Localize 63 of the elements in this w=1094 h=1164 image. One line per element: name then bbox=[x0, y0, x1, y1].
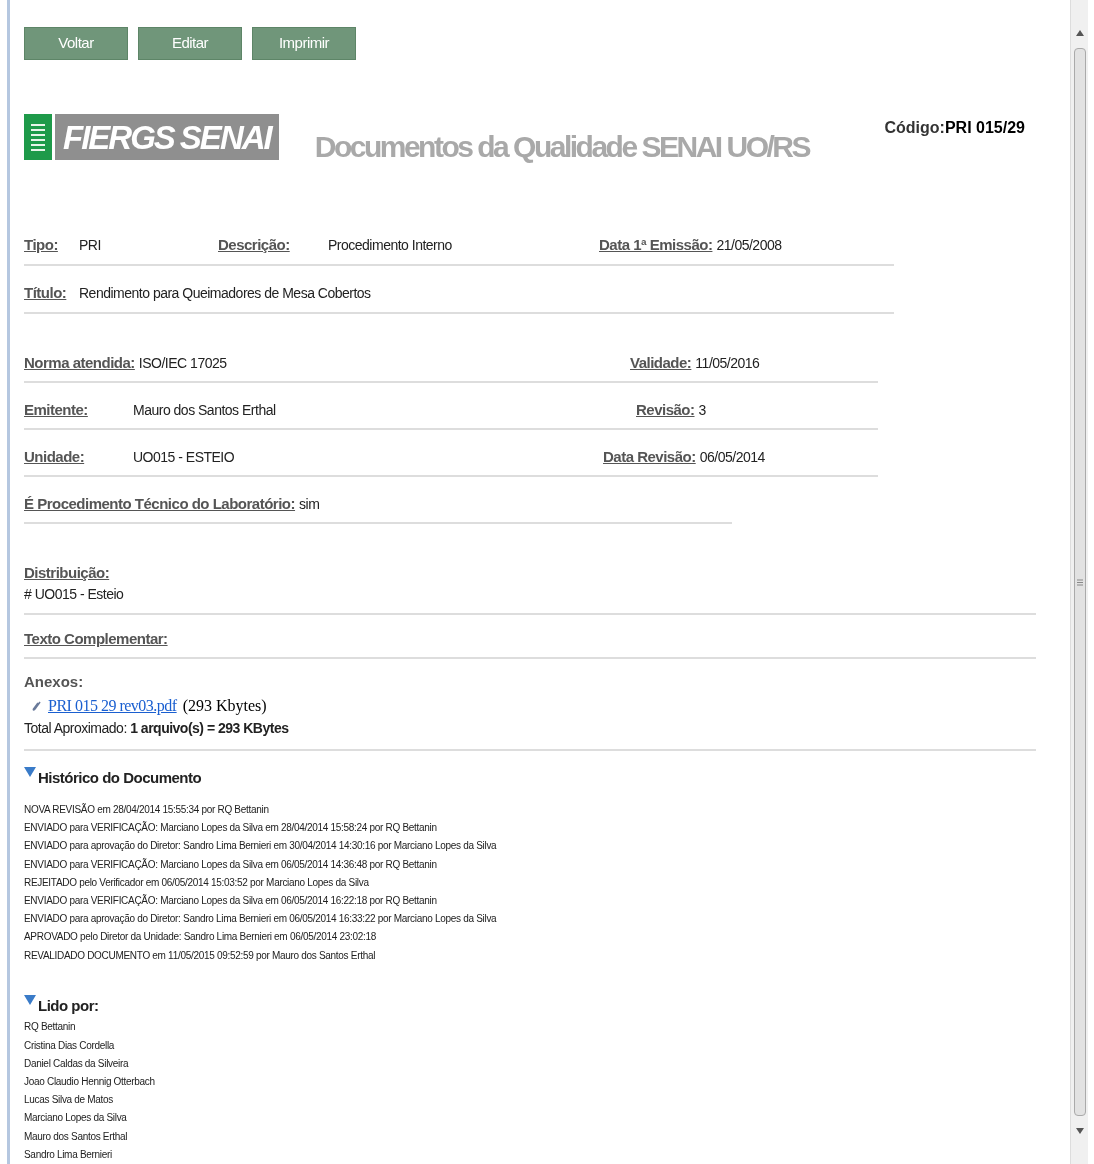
reader-name: Joao Claudio Hennig Otterbach bbox=[24, 1075, 155, 1089]
field-value: sim bbox=[299, 494, 320, 514]
field-label: Data 1ª Emissão: bbox=[599, 234, 713, 255]
grip-icon bbox=[1076, 578, 1083, 586]
expand-triangle-icon[interactable] bbox=[24, 766, 36, 777]
section-label: Distribuição: bbox=[24, 562, 110, 583]
history-entry: NOVA REVISÃO em 28/04/2014 15:55:34 por RQ Bettanin bbox=[24, 802, 269, 818]
reader-name: Marciano Lopes da Silva bbox=[24, 1111, 127, 1126]
section-label: Anexos: bbox=[24, 672, 84, 693]
field-label: Descrição: bbox=[218, 234, 291, 255]
reader-name: Lucas Silva de Matos bbox=[24, 1093, 114, 1108]
history-entry: ENVIADO para VERIFICAÇÃO: Marciano Lopes da Silva em 06/05/2014 16:22:18 por RQ Bettanin bbox=[24, 893, 437, 909]
field-value: Mauro dos Santos Erthal bbox=[133, 400, 276, 420]
field-label: Validade: bbox=[630, 352, 692, 373]
attachments-total: Total Aproximado: 1 arquivo(s) = 293 KBytes bbox=[24, 718, 289, 738]
section-heading[interactable]: Histórico do Documento bbox=[38, 766, 202, 790]
field-value: PRI bbox=[79, 235, 101, 255]
history-entry: ENVIADO para aprovação do Diretor: Sandro Lima Bernieri em 06/05/2014 16:33:22 por Marciano Lopes da Silva bbox=[24, 912, 497, 927]
field-label: Data Revisão: bbox=[603, 446, 696, 467]
field-label: Emitente: bbox=[24, 399, 89, 420]
toolbar-button[interactable]: Imprimir bbox=[252, 27, 356, 60]
scroll-down-icon[interactable] bbox=[1075, 1128, 1084, 1134]
field-label: Revisão: bbox=[636, 399, 695, 420]
field-value: 21/05/2008 bbox=[716, 235, 782, 255]
reader-name: Sandro Lima Bernieri bbox=[24, 1147, 112, 1162]
scrollbar[interactable] bbox=[1070, 0, 1088, 1164]
section-heading[interactable]: Lido por: bbox=[38, 994, 99, 1018]
expand-triangle-icon[interactable] bbox=[24, 994, 36, 1005]
reader-name: Cristina Dias Cordella bbox=[24, 1038, 115, 1053]
reader-name: RQ Bettanin bbox=[24, 1020, 76, 1035]
field-value: Rendimento para Queimadores de Mesa Cobertos bbox=[79, 283, 371, 303]
page-title: Documentos da Qualidade SENAI UO/RS bbox=[314, 129, 809, 165]
field-label: Tipo: bbox=[24, 234, 59, 255]
reader-name: Mauro dos Santos Erthal bbox=[24, 1129, 128, 1144]
field-value: ISO/IEC 17025 bbox=[138, 353, 227, 373]
history-entry: ENVIADO para aprovação do Diretor: Sandro Lima Bernieri em 30/04/2014 14:30:16 por Marciano Lopes da Silva bbox=[24, 839, 497, 854]
history-entry: ENVIADO para VERIFICAÇÃO: Marciano Lopes da Silva em 06/05/2014 14:36:48 por RQ Bettanin bbox=[24, 857, 437, 872]
logo-word: FIERGS bbox=[63, 120, 174, 154]
history-entry: ENVIADO para VERIFICAÇÃO: Marciano Lopes da Silva em 28/04/2014 15:58:24 por RQ Bettanin bbox=[24, 820, 437, 836]
logo-word: SENAI bbox=[179, 120, 271, 154]
field-value: UO015 - ESTEIO bbox=[133, 447, 235, 467]
toolbar-button[interactable]: Voltar bbox=[24, 27, 128, 60]
scroll-up-icon[interactable] bbox=[1075, 30, 1084, 36]
field-value: 11/05/2016 bbox=[695, 353, 760, 373]
attachment-size: (293 Kbytes) bbox=[182, 695, 267, 717]
field-value: Procedimento Interno bbox=[328, 235, 452, 255]
field-label: Unidade: bbox=[24, 446, 86, 467]
history-entry: REJEITADO pelo Verificador em 06/05/2014 15:03:52 por Marciano Lopes da Silva bbox=[24, 875, 369, 890]
scrollbar-thumb[interactable] bbox=[1073, 48, 1086, 1116]
toolbar-button[interactable]: Editar bbox=[138, 27, 242, 60]
field-label: Norma atendida: bbox=[24, 352, 135, 373]
attachment-link[interactable]: PRI 015 29 rev03.pdf bbox=[48, 693, 177, 718]
distribution-value: # UO015 - Esteio bbox=[24, 585, 124, 605]
document-code: Código:PRI 015/29 bbox=[884, 118, 1025, 138]
logo-emblem-icon bbox=[24, 114, 52, 160]
reader-name: Daniel Caldas da Silveira bbox=[24, 1056, 129, 1071]
section-label: Texto Complementar: bbox=[24, 630, 168, 648]
field-value: 06/05/2014 bbox=[699, 447, 765, 467]
field-value: 3 bbox=[698, 400, 706, 420]
history-entry: REVALIDADO DOCUMENTO em 11/05/2015 09:52:59 por Mauro dos Santos Erthal bbox=[24, 948, 376, 963]
field-label: Título: bbox=[24, 282, 68, 303]
history-entry: APROVADO pelo Diretor da Unidade: Sandro Lima Bernieri em 06/05/2014 23:02:18 bbox=[24, 930, 376, 945]
field-label: É Procedimento Técnico do Laboratório: bbox=[24, 493, 296, 514]
